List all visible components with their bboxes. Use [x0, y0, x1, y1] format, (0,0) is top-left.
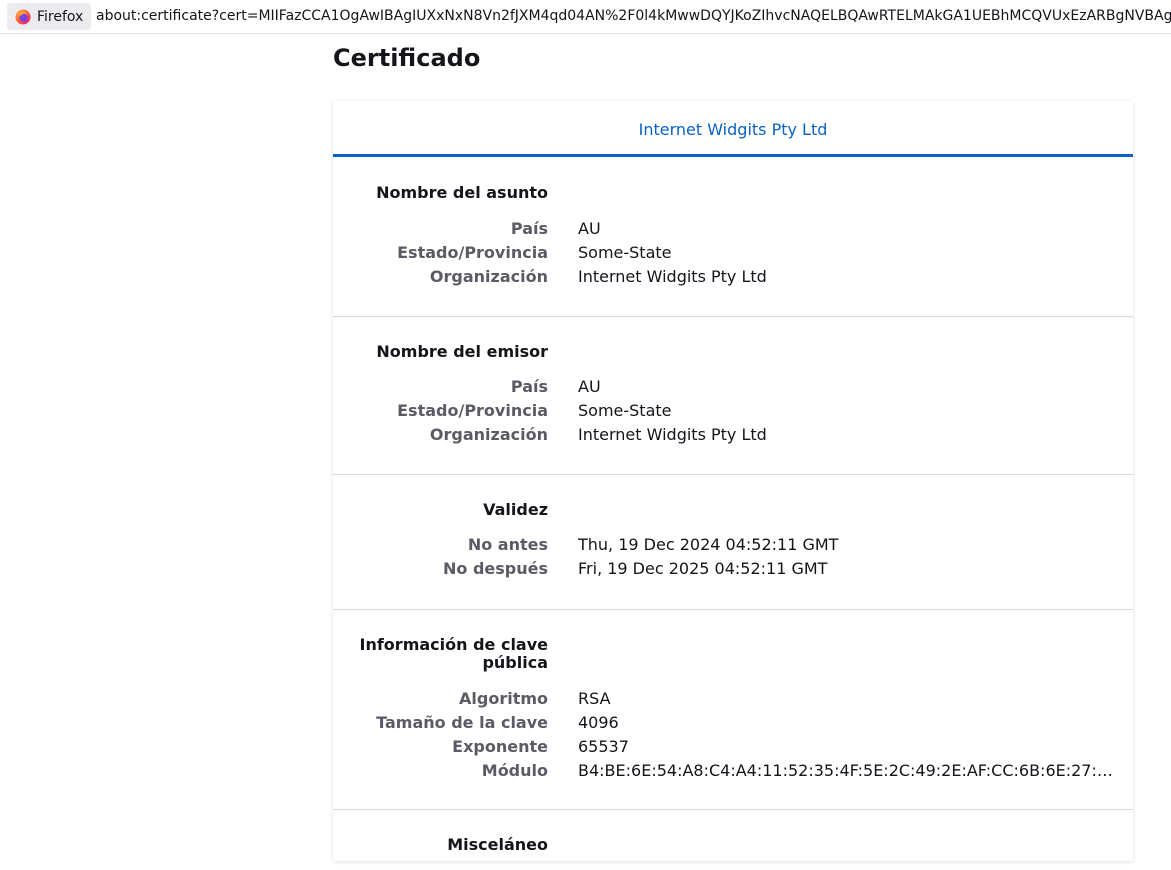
row-label: Estado/Provincia [397, 401, 548, 420]
section-title-validity: Validez [483, 500, 548, 519]
row-value: RSA [578, 689, 611, 708]
info-row: Organización Internet Widgits Pty Ltd [333, 265, 1133, 289]
validity-section: Validez No antes Thu, 19 Dec 2024 04:52:… [333, 475, 1133, 610]
misc-section: Misceláneo [333, 810, 1133, 870]
section-title-misc: Misceláneo [447, 835, 548, 854]
subject-section: Nombre del asunto País AU Estado/Provinc… [333, 157, 1133, 317]
info-row: Algoritmo RSA [333, 687, 1133, 711]
info-row: País AU [333, 375, 1133, 399]
info-row: Tamaño de la clave 4096 [333, 711, 1133, 735]
row-label: País [510, 377, 548, 396]
row-label: Algoritmo [459, 689, 548, 708]
row-value: 4096 [578, 713, 619, 732]
row-label: Organización [429, 267, 548, 286]
row-value: AU [578, 219, 601, 238]
row-value: Internet Widgits Pty Ltd [578, 267, 767, 286]
info-row: Exponente 65537 [333, 735, 1133, 759]
section-title-issuer: Nombre del emisor [376, 342, 548, 361]
info-row: Organización Internet Widgits Pty Ltd [333, 423, 1133, 447]
issuer-section: Nombre del emisor País AU Estado/Provinc… [333, 317, 1133, 475]
identity-box[interactable]: Firefox [7, 3, 92, 30]
info-row: País AU [333, 217, 1133, 241]
section-title-subject: Nombre del asunto [376, 183, 548, 202]
row-value: AU [578, 377, 601, 396]
public-key-section: Información de clave pública Algoritmo R… [333, 610, 1133, 810]
tab-certificate-name[interactable]: Internet Widgits Pty Ltd [639, 120, 828, 139]
info-row: No antes Thu, 19 Dec 2024 04:52:11 GMT [333, 533, 1133, 557]
certificate-tabs: Internet Widgits Pty Ltd [333, 101, 1133, 157]
info-row: Estado/Provincia Some-State [333, 399, 1133, 423]
row-value: Some-State [578, 401, 672, 420]
url-text[interactable]: about:certificate?cert=MIIFazCCA1OgAwIBA… [96, 8, 1171, 24]
row-label: No antes [467, 535, 548, 554]
firefox-logo-icon [15, 9, 31, 25]
info-row: Módulo B4:BE:6E:54:A8:C4:A4:11:52:35:4F:… [333, 759, 1133, 783]
row-label: País [510, 219, 548, 238]
info-row: No después Fri, 19 Dec 2025 04:52:11 GMT [333, 557, 1133, 581]
row-label: Estado/Provincia [397, 243, 548, 262]
info-row: Estado/Provincia Some-State [333, 241, 1133, 265]
row-label: Tamaño de la clave [376, 713, 548, 732]
row-value: B4:BE:6E:54:A8:C4:A4:11:52:35:4F:5E:2C:4… [578, 761, 1118, 780]
row-label: Exponente [452, 737, 548, 756]
row-label: Módulo [481, 761, 548, 780]
row-label: Organización [429, 425, 548, 444]
row-value: Thu, 19 Dec 2024 04:52:11 GMT [578, 535, 839, 554]
identity-label: Firefox [37, 8, 84, 25]
url-bar[interactable]: Firefox about:certificate?cert=MIIFazCCA… [0, 0, 1171, 34]
section-title-public-key: Información de clave pública [359, 635, 549, 672]
row-value: Some-State [578, 243, 672, 262]
row-value: Internet Widgits Pty Ltd [578, 425, 767, 444]
certificate-card: Internet Widgits Pty Ltd Nombre del asun… [333, 101, 1133, 861]
page-title: Certificado [333, 44, 481, 72]
row-value: 65537 [578, 737, 629, 756]
row-label: No después [443, 559, 548, 578]
row-value: Fri, 19 Dec 2025 04:52:11 GMT [578, 559, 828, 578]
